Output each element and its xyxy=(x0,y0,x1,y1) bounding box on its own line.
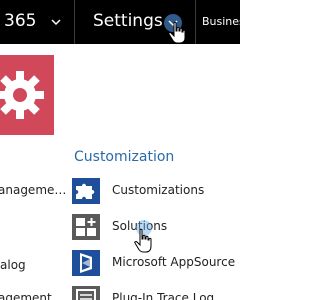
trace-log-icon xyxy=(72,286,100,300)
customization-heading: Customization xyxy=(74,149,175,165)
hand-pointer-icon xyxy=(168,21,186,44)
left-nav-item[interactable]: agement xyxy=(0,291,52,300)
menu-item-label: Plug-In Trace Log xyxy=(112,291,215,300)
solutions-icon xyxy=(72,214,100,240)
dynamics-settings-page: 365 Settings Busines xyxy=(0,0,240,300)
settings-tile[interactable] xyxy=(0,55,54,135)
puzzle-icon xyxy=(72,178,100,204)
business-label: Busines xyxy=(202,15,240,28)
menu-item-solutions[interactable]: Solutions xyxy=(72,212,240,242)
menu-item-customizations[interactable]: Customizations xyxy=(72,176,240,206)
settings-label: Settings xyxy=(93,11,163,31)
hand-pointer-icon xyxy=(134,228,152,253)
top-nav-bar: 365 Settings Busines xyxy=(0,0,240,44)
product-menu[interactable]: 365 xyxy=(0,0,75,44)
menu-item-appsource[interactable]: Microsoft AppSource xyxy=(72,248,240,278)
menu-item-label: Microsoft AppSource xyxy=(112,255,236,269)
chevron-down-icon xyxy=(51,19,61,26)
left-nav-item[interactable]: anageme… xyxy=(0,183,66,198)
left-nav-item[interactable]: alog xyxy=(0,258,26,273)
menu-item-label: Customizations xyxy=(112,183,205,197)
menu-item-plugin-trace-log[interactable]: Plug-In Trace Log xyxy=(72,284,240,300)
business-menu[interactable]: Busines xyxy=(195,0,240,44)
gear-icon xyxy=(0,71,44,119)
product-label: 365 xyxy=(4,11,37,31)
appsource-icon xyxy=(72,250,100,276)
